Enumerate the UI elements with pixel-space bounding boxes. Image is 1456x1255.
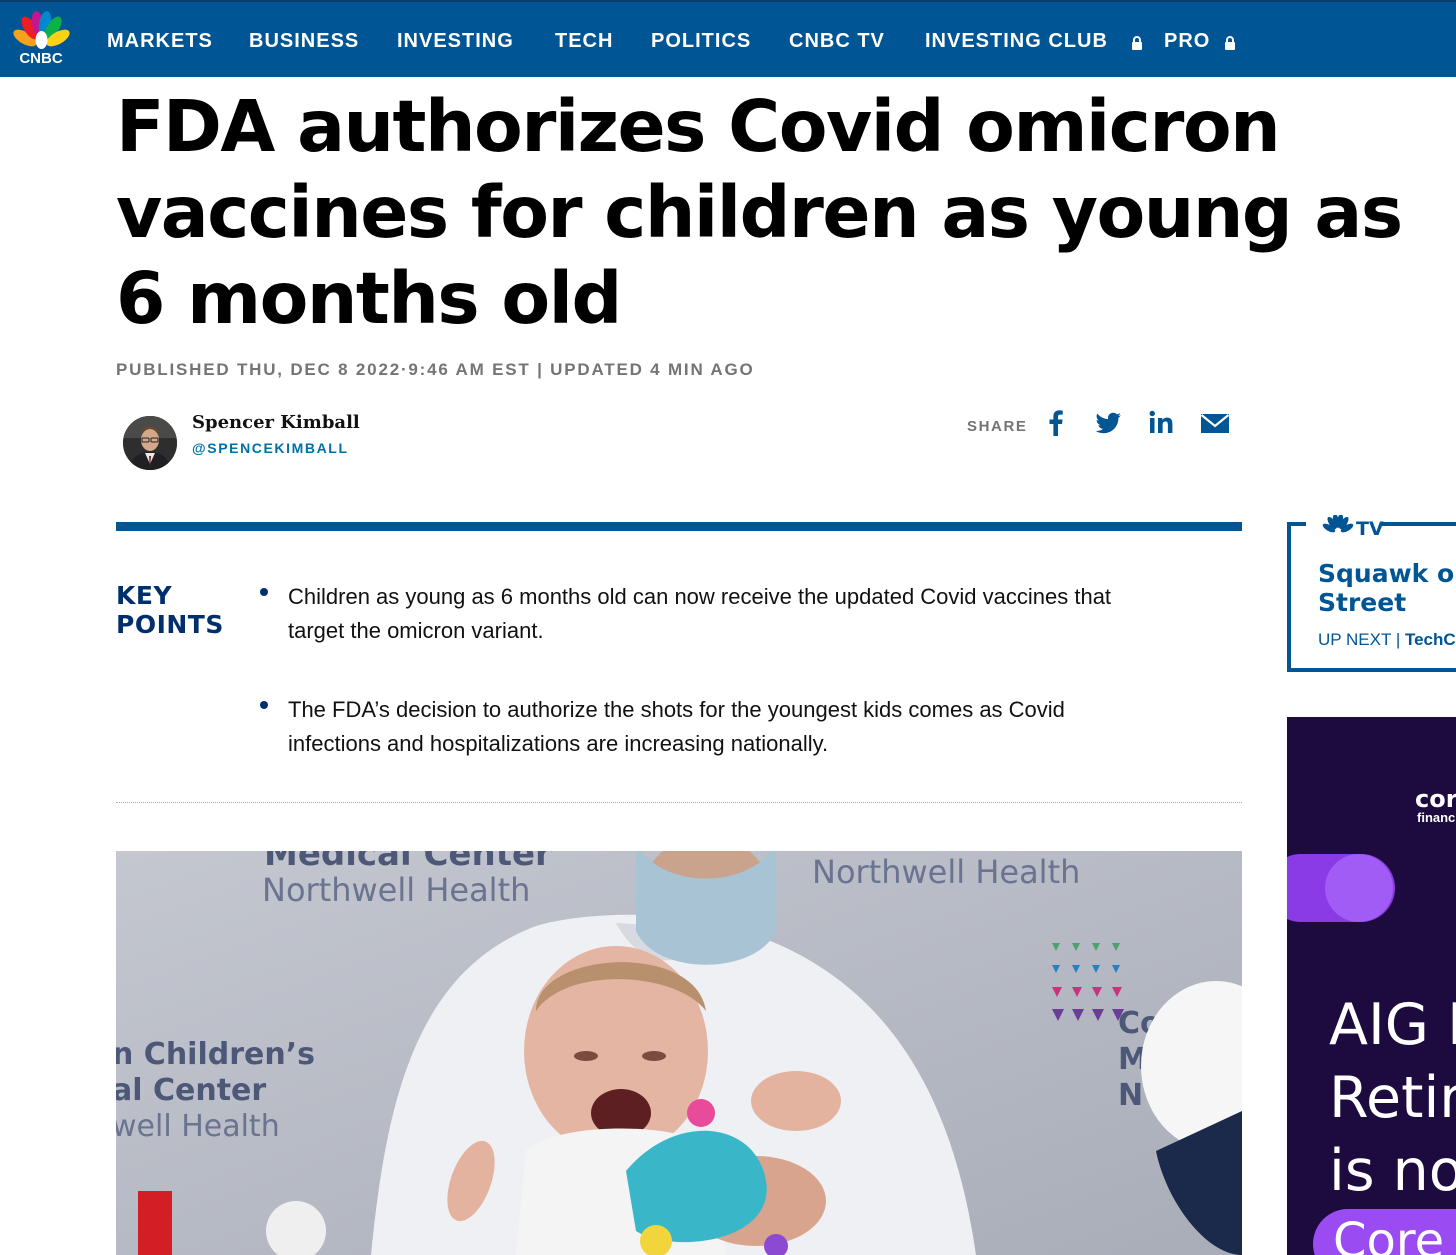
bullet-icon <box>260 701 268 709</box>
nav-pro[interactable]: PRO <box>1164 30 1210 53</box>
sign-text: Northwell Health <box>262 871 530 909</box>
nav-investing-club[interactable]: INVESTING CLUB <box>925 30 1108 53</box>
sign-text: well Health <box>116 1109 280 1144</box>
author-avatar[interactable] <box>123 416 177 470</box>
key-points-rule <box>116 522 1242 531</box>
peacock-icon <box>1322 515 1354 533</box>
logo-wordmark: CNBC <box>19 50 63 67</box>
sign-text: n Children’s <box>116 1037 315 1072</box>
nav-markets[interactable]: MARKETS <box>107 30 213 53</box>
ad-cta-button[interactable]: Core <box>1313 1209 1456 1255</box>
key-point: The FDA’s decision to authorize the shot… <box>260 693 1160 761</box>
tv-show-title[interactable]: Squawk o Street <box>1318 559 1456 617</box>
ad-brand-sub: financ <box>1417 810 1456 825</box>
key-points-divider <box>116 802 1242 803</box>
tv-show-line: Squawk o <box>1318 559 1455 588</box>
lock-icon <box>1132 36 1142 50</box>
sign-text: Northwell Health <box>812 853 1080 891</box>
photo-scene: Medical Center Northwell Health Northwel… <box>116 851 1242 1255</box>
up-next-separator: | <box>1395 630 1405 649</box>
nav-investing[interactable]: INVESTING <box>397 30 514 53</box>
email-icon[interactable] <box>1200 408 1230 438</box>
key-point-text: The FDA’s decision to authorize the shot… <box>288 697 1065 756</box>
tv-show-line: Street <box>1318 588 1407 617</box>
top-nav: CNBC MARKETS BUSINESS INVESTING TECH POL… <box>0 0 1456 77</box>
up-next-show: TechC <box>1404 630 1456 649</box>
author-photo <box>123 416 177 470</box>
nav-cnbc-tv[interactable]: CNBC TV <box>789 30 885 53</box>
ad-brand: cor <box>1415 785 1456 813</box>
nav-business[interactable]: BUSINESS <box>249 30 359 53</box>
up-next-label: UP NEXT <box>1318 630 1392 649</box>
share-label: SHARE <box>967 418 1028 435</box>
cnbc-logo[interactable]: CNBC <box>8 10 74 68</box>
ad-headline-line: AIG I <box>1329 992 1456 1058</box>
bullet-icon <box>260 588 268 596</box>
article-headline: FDA authorizes Covid omicron vaccines fo… <box>116 85 1403 340</box>
tv-up-next[interactable]: UP NEXT | TechC <box>1318 630 1456 650</box>
key-points-list: Children as young as 6 months old can no… <box>260 580 1160 806</box>
facebook-icon[interactable] <box>1041 408 1071 438</box>
article-photo[interactable]: Medical Center Northwell Health Northwel… <box>116 851 1242 1255</box>
ad-cta-label: Core <box>1333 1213 1445 1255</box>
ad-headline: AIG I Retir is no <box>1329 989 1456 1208</box>
twitter-icon[interactable] <box>1093 408 1123 438</box>
peacock-icon <box>13 11 70 49</box>
sign-text: al Center <box>116 1073 266 1108</box>
ad-headline-line: is no <box>1329 1138 1456 1204</box>
nav-politics[interactable]: POLITICS <box>651 30 751 53</box>
author-handle[interactable]: @SPENCEKIMBALL <box>192 440 349 456</box>
ad-headline-line: Retir <box>1329 1065 1456 1131</box>
tv-badge-label: TV <box>1356 518 1384 540</box>
author-name[interactable]: Spencer Kimball <box>192 412 360 433</box>
sign-text: N <box>1118 1078 1143 1113</box>
key-point-text: Children as young as 6 months old can no… <box>288 584 1112 643</box>
key-points-title: KEY POINTS <box>116 581 224 639</box>
ad-toggle-knob <box>1325 854 1393 922</box>
lock-icon <box>1225 36 1235 50</box>
advertisement[interactable]: cor financ AIG I Retir is no Core <box>1287 717 1456 1255</box>
nav-tech[interactable]: TECH <box>555 30 613 53</box>
key-point: Children as young as 6 months old can no… <box>260 580 1160 648</box>
article-dateline: PUBLISHED THU, DEC 8 2022·9:46 AM EST | … <box>116 360 755 379</box>
linkedin-icon[interactable] <box>1147 408 1177 438</box>
